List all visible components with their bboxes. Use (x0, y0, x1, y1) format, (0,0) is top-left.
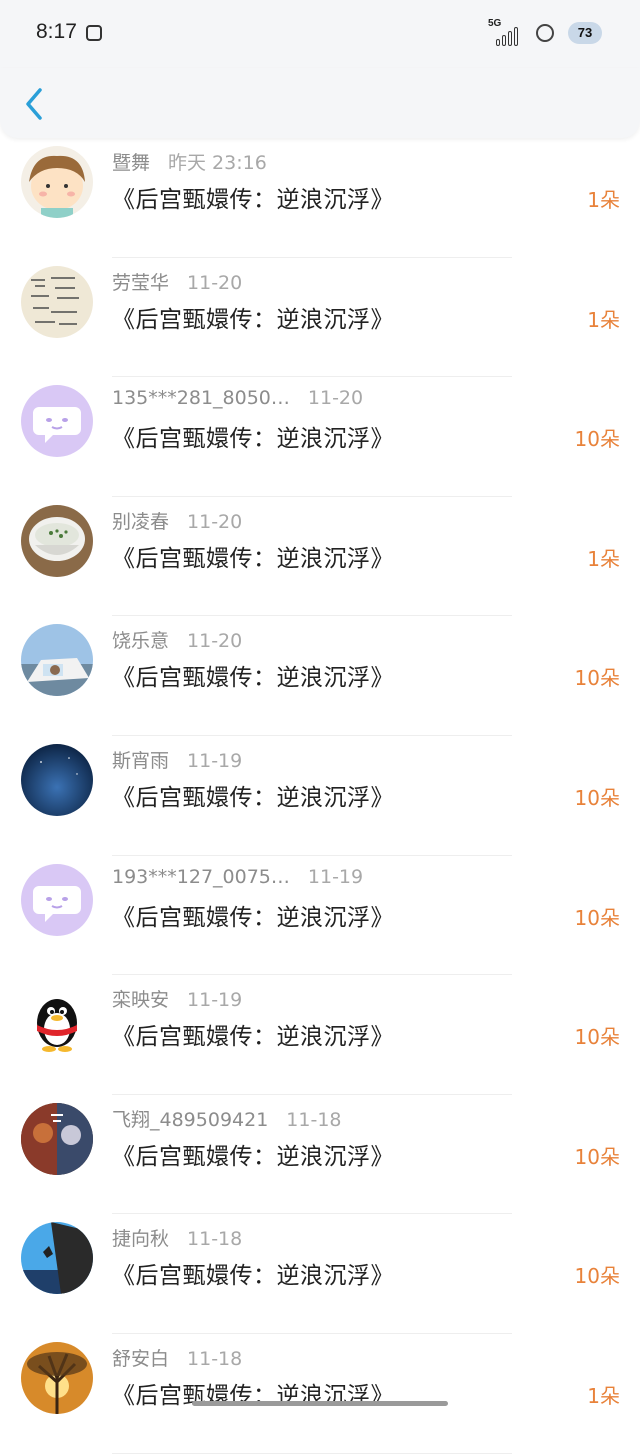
timestamp: 11-19 (187, 989, 243, 1012)
item-meta: 别凌春 11-20 (112, 507, 242, 534)
user-name: 栾映安 (112, 989, 170, 1012)
avatar-image (21, 1222, 93, 1295)
flower-count: 1朵 (587, 546, 620, 571)
flower-count: 10朵 (574, 905, 620, 930)
back-button[interactable] (20, 84, 54, 124)
avatar-image (21, 863, 93, 936)
gift-list: 暨舞 昨天 23:16 《后宫甄嬛传：逆浪沉浮》 1朵 劳莹华 11-20 《后宫甄嬛传：逆… (0, 138, 640, 1454)
avatar[interactable] (21, 146, 93, 218)
user-name: 暨舞 (112, 152, 151, 174)
notification-icon (86, 25, 102, 41)
avatar[interactable] (21, 1102, 93, 1175)
avatar[interactable] (21, 1222, 93, 1295)
item-meta: 飞翔_489509421 11-18 (112, 1105, 342, 1132)
battery-icon: 73 (568, 22, 602, 44)
list-item[interactable]: 193***127_0075… 11-19 《后宫甄嬛传：逆浪沉浮》 10朵 (0, 856, 640, 976)
flower-count: 10朵 (574, 785, 620, 810)
avatar-image (21, 385, 93, 458)
clock: 8:17 (36, 20, 77, 43)
flower-count: 10朵 (574, 1025, 620, 1050)
user-name: 135***281_8050… (112, 387, 290, 410)
chevron-left-icon (26, 88, 42, 120)
avatar[interactable] (21, 265, 93, 338)
avatar-image (21, 743, 93, 816)
avatar[interactable] (21, 983, 93, 1056)
user-name: 别凌春 (112, 510, 170, 533)
book-title: 《后宫甄嬛传：逆浪沉浮》 (112, 665, 394, 692)
network-type: 5G (488, 18, 502, 29)
list-item[interactable]: 劳莹华 11-20 《后宫甄嬛传：逆浪沉浮》 1朵 (0, 258, 640, 378)
item-meta: 捷向秋 11-18 (112, 1224, 242, 1251)
timestamp: 11-19 (307, 865, 364, 888)
timestamp: 11-20 (307, 387, 364, 410)
user-name: 193***127_0075… (112, 865, 290, 888)
user-name: 饶乐意 (112, 630, 170, 653)
book-title: 《后宫甄嬛传：逆浪沉浮》 (112, 306, 394, 333)
avatar[interactable] (21, 743, 93, 816)
book-title: 《后宫甄嬛传：逆浪沉浮》 (112, 545, 394, 572)
timestamp: 11-18 (286, 1108, 342, 1131)
timestamp: 11-18 (187, 1228, 243, 1251)
user-name: 斯宵雨 (112, 749, 170, 772)
book-title: 《后宫甄嬛传：逆浪沉浮》 (112, 426, 394, 453)
signal-icon: 5G (488, 18, 522, 48)
avatar-image (21, 146, 93, 218)
item-meta: 劳莹华 11-20 (112, 268, 242, 295)
avatar[interactable] (21, 624, 93, 697)
avatar[interactable] (21, 504, 93, 577)
avatar-image (21, 983, 93, 1056)
list-item[interactable]: 135***281_8050… 11-20 《后宫甄嬛传：逆浪沉浮》 10朵 (0, 377, 640, 497)
list-item[interactable]: 饶乐意 11-20 《后宫甄嬛传：逆浪沉浮》 10朵 (0, 616, 640, 736)
avatar-image (21, 1102, 93, 1175)
timestamp: 11-20 (187, 630, 243, 653)
flower-count: 1朵 (587, 307, 620, 332)
flower-count: 10朵 (574, 666, 620, 691)
list-item[interactable]: 别凌春 11-20 《后宫甄嬛传：逆浪沉浮》 1朵 (0, 497, 640, 617)
item-meta: 135***281_8050… 11-20 (112, 387, 363, 409)
user-name: 劳莹华 (112, 271, 170, 294)
timestamp: 11-19 (187, 749, 243, 772)
book-title: 《后宫甄嬛传：逆浪沉浮》 (112, 1143, 394, 1170)
book-title: 《后宫甄嬛传：逆浪沉浮》 (112, 1024, 394, 1051)
item-meta: 193***127_0075… 11-19 (112, 866, 363, 888)
home-indicator[interactable] (192, 1401, 448, 1406)
avatar-image (21, 504, 93, 577)
top-bar (0, 68, 640, 138)
timestamp: 昨天 23:16 (168, 152, 267, 174)
flower-count: 1朵 (587, 188, 620, 212)
book-title: 《后宫甄嬛传：逆浪沉浮》 (112, 1263, 394, 1290)
item-meta: 舒安白 11-18 (112, 1344, 242, 1371)
avatar[interactable] (21, 863, 93, 936)
item-meta: 斯宵雨 11-19 (112, 746, 242, 773)
user-name: 飞翔_489509421 (112, 1108, 269, 1131)
flower-count: 10朵 (574, 1144, 620, 1169)
timestamp: 11-20 (187, 510, 243, 533)
flower-count: 1朵 (587, 1383, 620, 1408)
user-name: 捷向秋 (112, 1228, 170, 1251)
flower-count: 10朵 (574, 1264, 620, 1289)
book-title: 《后宫甄嬛传：逆浪沉浮》 (112, 784, 394, 811)
item-meta: 栾映安 11-19 (112, 985, 242, 1012)
avatar[interactable] (21, 385, 93, 458)
status-bar: 8:17 5G 73 (0, 0, 640, 68)
item-meta: 饶乐意 11-20 (112, 626, 242, 653)
flower-count: 10朵 (574, 427, 620, 452)
list-item[interactable]: 飞翔_489509421 11-18 《后宫甄嬛传：逆浪沉浮》 10朵 (0, 1095, 640, 1215)
avatar-image (21, 265, 93, 338)
avatar[interactable] (21, 1341, 93, 1414)
list-item[interactable]: 栾映安 11-19 《后宫甄嬛传：逆浪沉浮》 10朵 (0, 975, 640, 1095)
wifi-icon (532, 20, 558, 46)
book-title: 《后宫甄嬛传：逆浪沉浮》 (112, 904, 394, 931)
avatar-image (21, 624, 93, 697)
list-item[interactable]: 斯宵雨 11-19 《后宫甄嬛传：逆浪沉浮》 10朵 (0, 736, 640, 856)
avatar-image (21, 1341, 93, 1414)
list-item[interactable]: 暨舞 昨天 23:16 《后宫甄嬛传：逆浪沉浮》 1朵 (0, 138, 640, 258)
timestamp: 11-18 (187, 1347, 243, 1370)
user-name: 舒安白 (112, 1347, 170, 1370)
book-title: 《后宫甄嬛传：逆浪沉浮》 (112, 187, 394, 213)
item-meta: 暨舞 昨天 23:16 (112, 148, 267, 175)
list-item[interactable]: 舒安白 11-18 《后宫甄嬛传：逆浪沉浮》 1朵 (0, 1334, 640, 1454)
timestamp: 11-20 (187, 271, 243, 294)
list-item[interactable]: 捷向秋 11-18 《后宫甄嬛传：逆浪沉浮》 10朵 (0, 1214, 640, 1334)
